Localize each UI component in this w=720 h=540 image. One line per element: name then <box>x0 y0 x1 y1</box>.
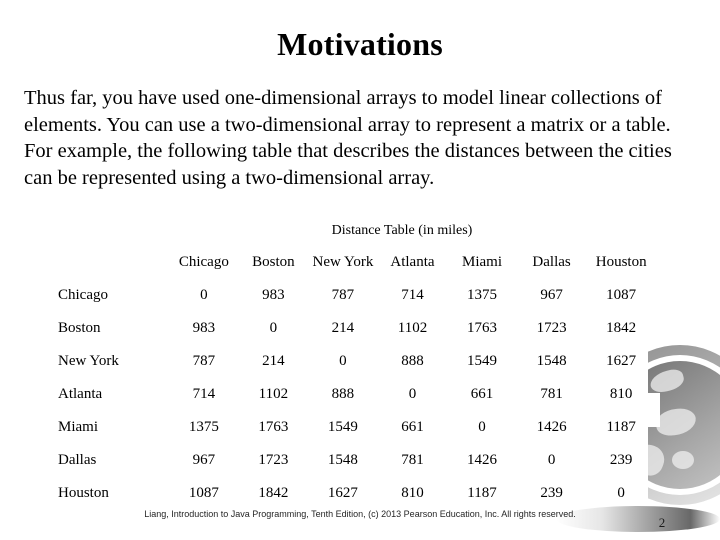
cell: 1548 <box>327 452 358 468</box>
cell: 239 <box>540 485 563 501</box>
cell: 661 <box>401 419 424 435</box>
table-header: Chicago Boston New York Atlanta Miami Da… <box>36 246 656 279</box>
cell: 810 <box>401 485 424 501</box>
globe-ring-gap <box>648 355 720 495</box>
cell: 714 <box>192 386 216 402</box>
cell: 983 <box>262 287 285 303</box>
cell: 1426 <box>536 419 567 435</box>
table-row: Atlanta 714 1102 888 0 661 781 810 <box>36 378 656 411</box>
globe-icon <box>648 345 720 505</box>
globe-sphere <box>648 361 720 489</box>
cell: 1102 <box>258 386 289 402</box>
column-header-new-york: New York <box>312 254 374 270</box>
column-header-houston: Houston <box>595 254 647 270</box>
cell: 1102 <box>397 320 428 336</box>
distance-table-block: Distance Table (in miles) Chicago Boston… <box>36 222 656 510</box>
cell: 888 <box>401 353 424 369</box>
table-row: Houston 1087 1842 1627 810 1187 239 0 <box>36 477 656 510</box>
cell: 781 <box>401 452 424 468</box>
row-header-chicago: Chicago <box>58 287 108 303</box>
slide-canvas: Motivations Thus far, you have used one-… <box>0 0 720 540</box>
cell: 214 <box>331 320 355 336</box>
cell: 1842 <box>258 485 289 501</box>
table-row: Dallas 967 1723 1548 781 1426 0 239 <box>36 444 656 477</box>
cell: 1723 <box>536 320 567 336</box>
globe-outer-ring <box>648 345 720 505</box>
table-header-row: Chicago Boston New York Atlanta Miami Da… <box>36 246 656 279</box>
cell: 239 <box>609 452 633 468</box>
cell: 1763 <box>258 419 289 435</box>
cell: 1375 <box>467 287 498 303</box>
row-header-houston: Houston <box>58 485 109 501</box>
table-body: Chicago 0 983 787 714 1375 967 1087 Bost… <box>36 279 656 510</box>
cell: 967 <box>540 287 563 303</box>
cell: 787 <box>331 287 355 303</box>
page-number: 2 <box>658 515 666 530</box>
cell: 661 <box>470 386 494 402</box>
cell: 787 <box>192 353 216 369</box>
cell: 0 <box>408 386 417 402</box>
cell: 1187 <box>467 485 497 501</box>
cell: 1627 <box>606 353 637 369</box>
globe-landmass <box>654 406 698 438</box>
cell: 1187 <box>606 419 636 435</box>
globe-landmass <box>672 451 694 469</box>
row-header-dallas: Dallas <box>58 452 97 468</box>
table-corner-cell <box>36 246 169 279</box>
column-header-dallas: Dallas <box>532 254 571 270</box>
row-header-new-york: New York <box>58 353 119 369</box>
cell: 1375 <box>188 419 219 435</box>
row-header-atlanta: Atlanta <box>58 386 103 402</box>
cell: 888 <box>331 386 355 402</box>
cell: 0 <box>617 485 625 501</box>
body-paragraph: Thus far, you have used one-dimensional … <box>24 87 672 189</box>
cell: 1763 <box>467 320 498 336</box>
cell: 0 <box>478 419 486 435</box>
column-header-chicago: Chicago <box>178 254 229 270</box>
column-header-miami: Miami <box>462 254 503 270</box>
cell: 967 <box>192 452 216 468</box>
table-row: Boston 983 0 214 1102 1763 1723 1842 <box>36 312 656 345</box>
cell: 1842 <box>606 320 637 336</box>
cell: 0 <box>547 452 556 468</box>
distance-table: Chicago Boston New York Atlanta Miami Da… <box>36 246 656 510</box>
cell: 214 <box>262 353 285 369</box>
cell: 1087 <box>606 287 637 303</box>
cell: 810 <box>609 386 633 402</box>
column-header-atlanta: Atlanta <box>390 254 435 270</box>
cell: 1087 <box>188 485 219 501</box>
cell: 1426 <box>467 452 498 468</box>
table-caption: Distance Table (in miles) <box>331 223 473 238</box>
table-row: New York 787 214 0 888 1549 1548 1627 <box>36 345 656 378</box>
table-row: Chicago 0 983 787 714 1375 967 1087 <box>36 279 656 312</box>
cell: 714 <box>401 287 424 303</box>
column-header-boston: Boston <box>252 254 295 270</box>
cell: 1627 <box>327 485 358 501</box>
cell: 0 <box>339 353 347 369</box>
footer-copyright: Liang, Introduction to Java Programming,… <box>144 509 576 519</box>
table-row: Miami 1375 1763 1549 661 0 1426 1187 <box>36 411 656 444</box>
cell: 0 <box>269 320 278 336</box>
row-header-boston: Boston <box>58 320 101 336</box>
cell: 1549 <box>467 353 498 369</box>
row-header-miami: Miami <box>58 419 98 435</box>
cell: 0 <box>200 287 208 303</box>
cell: 781 <box>540 386 563 402</box>
page-title: Motivations <box>277 26 443 62</box>
cell: 983 <box>192 320 216 336</box>
cell: 1723 <box>258 452 289 468</box>
cell: 1548 <box>536 353 567 369</box>
cell: 1549 <box>327 419 358 435</box>
